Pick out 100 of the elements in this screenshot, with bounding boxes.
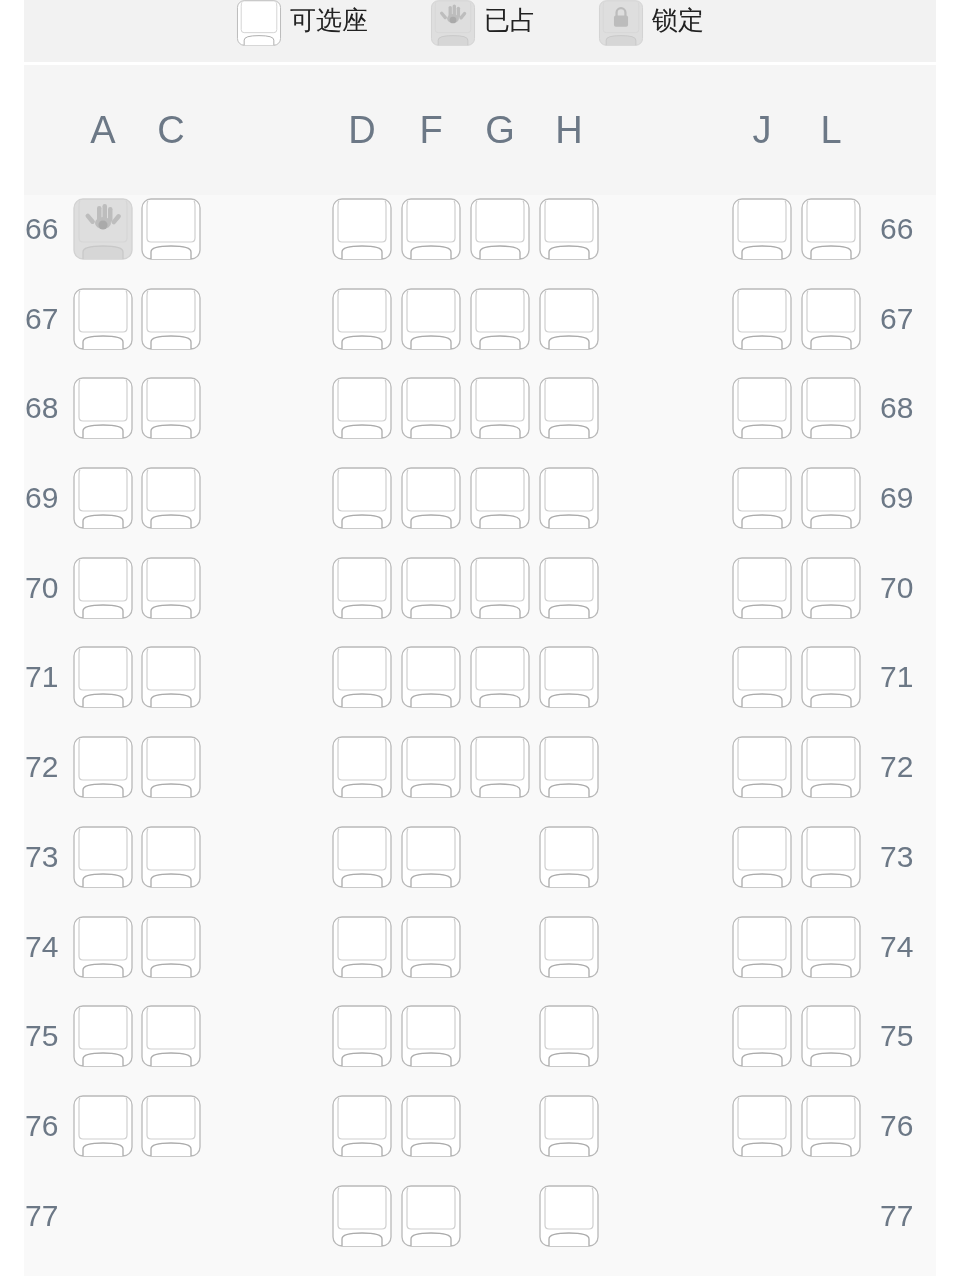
seat[interactable]	[801, 915, 861, 978]
seat[interactable]	[141, 915, 201, 978]
seat[interactable]	[141, 556, 201, 619]
seat[interactable]	[801, 825, 861, 888]
seat[interactable]	[401, 287, 461, 350]
column-letter: L	[819, 111, 843, 149]
seat[interactable]	[332, 467, 392, 530]
seat[interactable]	[732, 198, 792, 260]
seat[interactable]	[401, 736, 461, 799]
seat[interactable]	[401, 1005, 461, 1068]
seat[interactable]	[332, 1184, 392, 1247]
seat[interactable]	[539, 736, 599, 799]
seat[interactable]	[470, 556, 530, 619]
seat[interactable]	[732, 825, 792, 888]
seat[interactable]	[73, 467, 133, 530]
seat[interactable]	[539, 377, 599, 440]
seat[interactable]	[470, 198, 530, 260]
seat[interactable]	[801, 736, 861, 799]
seat[interactable]	[401, 825, 461, 888]
seat[interactable]	[401, 377, 461, 440]
seat[interactable]	[470, 736, 530, 799]
seat[interactable]	[732, 1005, 792, 1068]
seat[interactable]	[73, 825, 133, 888]
seat[interactable]	[332, 556, 392, 619]
seat[interactable]	[401, 198, 461, 260]
seat[interactable]	[470, 467, 530, 530]
seat[interactable]	[73, 646, 133, 709]
seat[interactable]	[141, 467, 201, 530]
seat[interactable]	[332, 736, 392, 799]
seat[interactable]	[539, 1005, 599, 1068]
seat[interactable]	[332, 646, 392, 709]
seat[interactable]	[801, 646, 861, 709]
seat[interactable]	[801, 287, 861, 350]
seat[interactable]	[73, 915, 133, 978]
seat[interactable]	[801, 377, 861, 440]
seat[interactable]	[732, 287, 792, 350]
seat[interactable]	[470, 646, 530, 709]
seat[interactable]	[732, 1094, 792, 1157]
seat[interactable]	[73, 377, 133, 440]
seat[interactable]	[141, 825, 201, 888]
seat[interactable]	[801, 198, 861, 260]
seat[interactable]	[332, 825, 392, 888]
seat[interactable]	[539, 646, 599, 709]
seat[interactable]	[401, 646, 461, 709]
row-number: 77	[880, 1200, 914, 1231]
row-number: 71	[880, 662, 914, 693]
seat[interactable]	[332, 287, 392, 350]
seat[interactable]	[73, 287, 133, 350]
seat[interactable]	[539, 915, 599, 978]
seat[interactable]	[732, 467, 792, 530]
seat[interactable]	[801, 1005, 861, 1068]
seat[interactable]	[141, 1005, 201, 1068]
seat[interactable]	[732, 915, 792, 978]
seat[interactable]	[401, 556, 461, 619]
seat[interactable]	[332, 198, 392, 260]
seat[interactable]	[732, 556, 792, 619]
seat[interactable]	[801, 556, 861, 619]
seat[interactable]	[73, 1094, 133, 1157]
seat[interactable]	[401, 1184, 461, 1247]
row-number: 76	[880, 1110, 914, 1141]
seat[interactable]	[801, 467, 861, 530]
seat[interactable]	[141, 287, 201, 350]
seat[interactable]	[470, 377, 530, 440]
row-number: 77	[25, 1200, 59, 1231]
seat[interactable]	[470, 287, 530, 350]
seat[interactable]	[332, 377, 392, 440]
seat[interactable]	[539, 198, 599, 260]
column-letter: G	[484, 111, 516, 149]
seat[interactable]	[73, 1005, 133, 1068]
occupied-seat-icon	[430, 0, 476, 46]
seat[interactable]	[73, 556, 133, 619]
column-letter: H	[554, 111, 584, 149]
seat[interactable]	[332, 915, 392, 978]
seat[interactable]	[539, 1184, 599, 1247]
row-number: 68	[880, 393, 914, 424]
seat[interactable]	[141, 1094, 201, 1157]
seat[interactable]	[732, 646, 792, 709]
seat[interactable]	[332, 1005, 392, 1068]
legend-label: 已占	[484, 7, 536, 33]
seat[interactable]	[141, 198, 201, 260]
row-number: 73	[880, 841, 914, 872]
seat[interactable]	[401, 1094, 461, 1157]
seat[interactable]	[539, 1094, 599, 1157]
seat[interactable]	[732, 377, 792, 440]
column-letter: J	[751, 111, 773, 149]
legend-label: 可选座	[290, 7, 368, 33]
seat[interactable]	[332, 1094, 392, 1157]
seat[interactable]	[141, 736, 201, 799]
seat[interactable]	[141, 377, 201, 440]
seat[interactable]	[539, 556, 599, 619]
seat[interactable]	[141, 646, 201, 709]
seat[interactable]	[73, 736, 133, 799]
seat[interactable]	[401, 915, 461, 978]
seat[interactable]	[401, 467, 461, 530]
seat[interactable]	[801, 1094, 861, 1157]
seat[interactable]	[539, 287, 599, 350]
row-number: 68	[25, 393, 59, 424]
seat[interactable]	[732, 736, 792, 799]
seat[interactable]	[539, 467, 599, 530]
seat[interactable]	[539, 825, 599, 888]
